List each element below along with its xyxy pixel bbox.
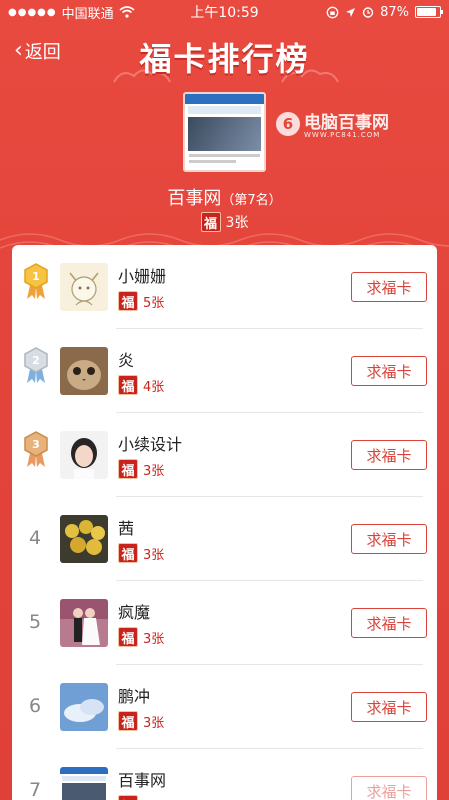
user-name: 茜: [118, 519, 135, 538]
medal-rank: 1: [32, 270, 40, 283]
avatar[interactable]: [60, 683, 108, 731]
battery-label: 87%: [380, 4, 409, 20]
list-item: 1 小姗姗 福 5张 求福卡: [12, 245, 437, 329]
user-name: 小姗姗: [118, 267, 167, 286]
card-count: 福 4张: [118, 375, 164, 395]
card-count-label: 3张: [143, 463, 165, 479]
fu-card-icon: 福: [200, 212, 221, 232]
card-count: 福 3张: [118, 543, 164, 563]
site-rank: （第7名）: [221, 193, 282, 208]
card-count: 福 3张: [118, 459, 164, 479]
fu-card-icon: 福: [118, 459, 138, 479]
rank-number: 6: [28, 695, 42, 717]
avatar[interactable]: [60, 347, 108, 395]
site-thumbnail[interactable]: [183, 92, 266, 172]
card-count: 福 3张: [118, 795, 164, 800]
request-card-button[interactable]: 求福卡: [351, 692, 427, 722]
fu-card-icon: 福: [118, 375, 138, 395]
card-count-label: 5张: [143, 295, 165, 311]
user-name: 小续设计: [118, 435, 183, 454]
request-card-button[interactable]: 求福卡: [351, 440, 427, 470]
silver-medal-icon: 2: [24, 347, 48, 383]
request-card-button[interactable]: 求福卡: [351, 776, 427, 800]
watermark-text: 电脑百事网: [304, 113, 389, 133]
card-count: 福 5张: [118, 291, 164, 311]
watermark-url: WWW.PC841.COM: [304, 131, 381, 139]
rank-number: 7: [28, 779, 42, 800]
medal-rank: 2: [32, 354, 40, 367]
rotation-lock-icon: [326, 6, 339, 18]
list-item: 2 炎 福 4张 求福卡: [12, 329, 437, 413]
site-count: 福 3张: [0, 212, 449, 232]
bronze-medal-icon: 3: [24, 431, 48, 467]
avatar[interactable]: [60, 431, 108, 479]
user-name: 百事网: [118, 771, 167, 790]
watermark: 6 电脑百事网 WWW.PC841.COM: [276, 108, 389, 139]
list-item: 4 茜 福 3张 求福卡: [12, 497, 437, 581]
location-icon: [346, 7, 356, 17]
user-name: 疯魔: [118, 603, 151, 622]
card-count-label: 3张: [143, 715, 165, 731]
gold-medal-icon: 1: [24, 263, 48, 299]
card-count: 福 3张: [118, 627, 164, 647]
avatar[interactable]: [60, 263, 108, 311]
list-item: 3 小续设计 福 3张 求福卡: [12, 413, 437, 497]
request-card-button[interactable]: 求福卡: [351, 272, 427, 302]
fu-card-icon: 福: [118, 543, 138, 563]
status-bar: ●●●●● 中国联通 上午10:59 87%: [0, 0, 449, 24]
alarm-icon: [362, 7, 374, 18]
fu-card-icon: 福: [118, 627, 138, 647]
battery-icon: [415, 6, 443, 18]
fu-card-icon: 福: [118, 291, 138, 311]
list-item: 5 疯魔 福 3张 求福卡: [12, 581, 437, 665]
card-count-label: 3张: [143, 631, 165, 647]
medal-rank: 3: [32, 438, 40, 451]
site-count-label: 3张: [225, 215, 249, 231]
avatar[interactable]: [60, 515, 108, 563]
avatar[interactable]: [60, 767, 108, 800]
list-item: 7 百事网 福 3张 求福卡: [12, 749, 437, 800]
request-card-button[interactable]: 求福卡: [351, 524, 427, 554]
watermark-logo: 6: [276, 111, 300, 136]
request-card-button[interactable]: 求福卡: [351, 356, 427, 386]
card-count: 福 3张: [118, 711, 164, 731]
list-item: 6 鹏冲 福 3张 求福卡: [12, 665, 437, 749]
card-count-label: 3张: [143, 796, 164, 800]
fu-card-icon: 福: [118, 795, 138, 800]
page-title: 福卡排行榜: [139, 40, 310, 78]
user-name: 炎: [118, 351, 135, 370]
ranking-list: 1 小姗姗 福 5张 求福卡 2 炎 福 4张 求福卡 3 小续设计 福 3张 …: [12, 245, 437, 800]
card-count-label: 4张: [143, 379, 165, 395]
card-count-label: 3张: [143, 547, 165, 563]
site-name: 百事网（第7名）: [0, 184, 449, 210]
avatar[interactable]: [60, 599, 108, 647]
request-card-button[interactable]: 求福卡: [351, 608, 427, 638]
fu-card-icon: 福: [118, 711, 138, 731]
rank-number: 5: [28, 611, 42, 633]
site-name-label: 百事网: [167, 188, 222, 209]
user-name: 鹏冲: [118, 687, 151, 706]
rank-number: 4: [28, 527, 42, 549]
